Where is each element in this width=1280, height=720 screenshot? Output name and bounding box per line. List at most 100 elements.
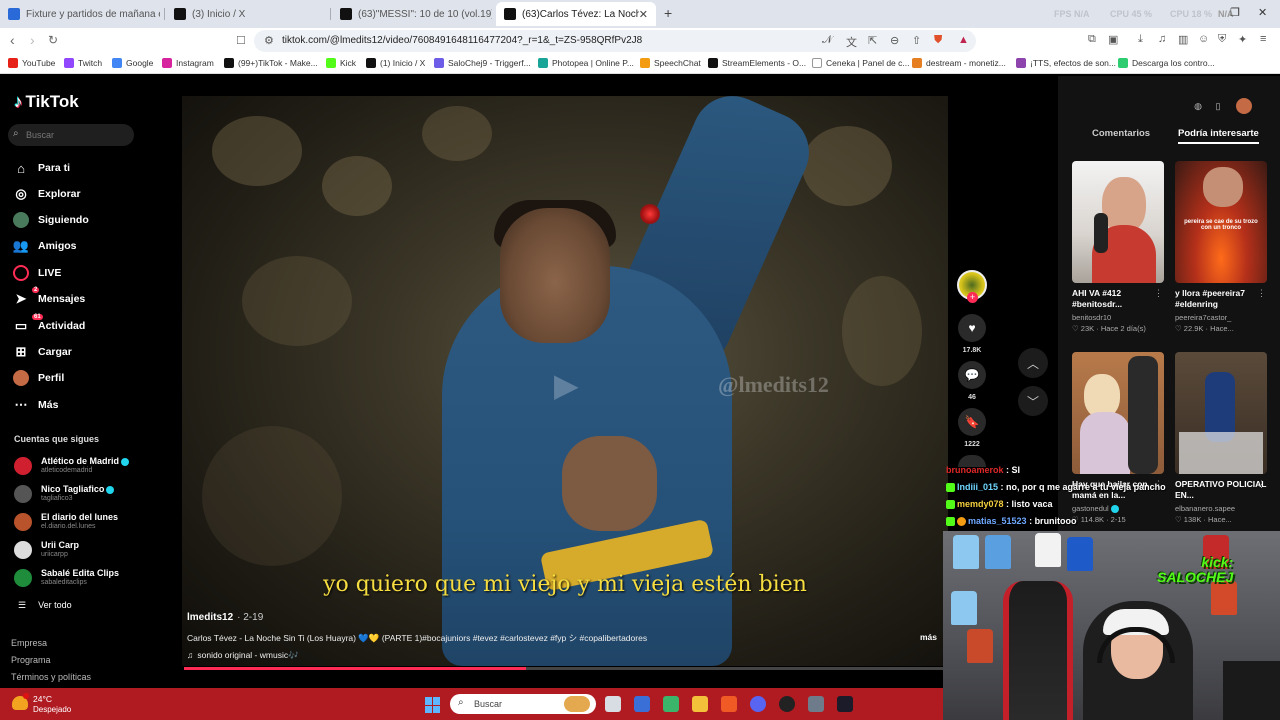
nav-item-live[interactable]: LIVE xyxy=(12,264,61,282)
bookmark-item[interactable]: YouTube xyxy=(8,58,55,68)
share-icon[interactable]: ⇧ xyxy=(912,34,921,47)
recommended-video-card[interactable]: AHI VA #412 #benitosdr... benitosdr10 ♡ … xyxy=(1072,161,1164,333)
new-tab-button[interactable]: + xyxy=(664,5,672,21)
device-icon[interactable]: ▯ xyxy=(1210,98,1226,114)
bookmark-item[interactable]: Ceneka | Panel de c... xyxy=(812,58,909,68)
task-view-icon[interactable] xyxy=(605,696,621,712)
play-icon[interactable]: ▶ xyxy=(554,366,579,404)
bookmark-item[interactable]: destream - monetiz... xyxy=(912,58,1006,68)
next-video-icon[interactable]: ﹀ xyxy=(1018,386,1048,416)
nav-item-mensajes[interactable]: ➤ 2 Mensajes xyxy=(12,287,85,308)
profile-icon[interactable]: ☺ xyxy=(1198,33,1209,45)
brave-rewards-icon[interactable]: ▲ xyxy=(958,34,969,46)
footer-link[interactable]: Empresa xyxy=(11,638,47,648)
menu-icon[interactable]: ≡ xyxy=(1260,33,1266,45)
footer-link[interactable]: Términos y políticas xyxy=(11,672,91,682)
restore-window-icon[interactable]: ❐ xyxy=(1230,6,1240,19)
downloads-icon[interactable]: ⤓ xyxy=(1138,33,1143,46)
bookmark-item[interactable]: SpeechChat xyxy=(640,58,701,68)
settings-icon[interactable]: ◍ xyxy=(1190,98,1206,114)
bookmark-item[interactable]: StreamElements - O... xyxy=(708,58,806,68)
browser-tab[interactable]: (63)"MESSI": 10 de 10 (vol.19) #messi xyxy=(332,2,492,26)
activity-badge: 61 xyxy=(32,314,43,320)
vpn-icon[interactable]: ⛨ xyxy=(1218,33,1226,46)
bookmark-item[interactable]: ¡TTS, efectos de son... xyxy=(1016,58,1116,68)
wallet-icon[interactable]: ▣ xyxy=(1108,33,1118,46)
reload-icon[interactable]: ↻ xyxy=(48,33,58,47)
user-avatar[interactable] xyxy=(1236,98,1252,114)
zoom-icon[interactable]: ⊖ xyxy=(890,34,899,47)
discord-icon[interactable] xyxy=(750,696,766,712)
settings-icon[interactable] xyxy=(808,696,824,712)
bookmark-item[interactable]: SaloChej9 - Triggerf... xyxy=(434,58,531,68)
video-progress-bar[interactable] xyxy=(184,667,944,670)
nav-item-amigos[interactable]: 👥 Amigos xyxy=(12,237,77,255)
recommended-video-card[interactable]: OPERATIVO POLICIAL EN... elbananero.sape… xyxy=(1175,352,1267,524)
store-icon[interactable] xyxy=(634,696,650,712)
phone-link-icon[interactable] xyxy=(663,696,679,712)
site-info-icon[interactable]: ⚙ xyxy=(264,34,274,47)
kick-icon xyxy=(946,483,955,493)
nav-item-explorar[interactable]: ◎ Explorar xyxy=(12,185,80,203)
browser-tab[interactable]: Fixture y partidos de mañana en el F xyxy=(0,2,160,26)
bookmark-item[interactable]: Google xyxy=(112,58,153,68)
reader-icon[interactable]: 𝒩 xyxy=(822,34,833,47)
address-bar[interactable]: ⚙ tiktok.com/@lmedits12/video/7608491648… xyxy=(254,30,976,52)
close-tab-icon[interactable]: ✕ xyxy=(639,8,648,21)
forward-icon[interactable]: › xyxy=(30,32,35,48)
recommended-video-card[interactable]: pereira se cae de su trozo con un tronco… xyxy=(1175,161,1267,333)
like-icon[interactable]: ♥ xyxy=(958,314,986,342)
app-icon[interactable] xyxy=(837,696,853,712)
nav-item-perfil[interactable]: Perfil xyxy=(12,369,64,387)
previous-video-icon[interactable]: ︿ xyxy=(1018,348,1048,378)
search-input[interactable]: ⌕ Buscar xyxy=(8,124,134,146)
recommended-video-card[interactable]: Hay que bailar con mamá en la... gastone… xyxy=(1072,352,1164,524)
comment-icon[interactable]: 💬 xyxy=(958,361,986,389)
browser-tab-active[interactable]: (63)Carlos Tévez: La Noche Si ✕ xyxy=(496,2,656,26)
nav-item-cargar[interactable]: ⊞ Cargar xyxy=(12,343,72,361)
url-text[interactable]: tiktok.com/@lmedits12/video/760849164811… xyxy=(282,35,642,46)
follow-plus-icon[interactable]: + xyxy=(967,292,978,303)
open-in-app-icon[interactable]: ⇱ xyxy=(868,34,877,47)
nav-item-actividad[interactable]: ▭ 61 Actividad xyxy=(12,314,85,335)
tiktok-logo[interactable]: ♪ TikTok xyxy=(14,92,79,112)
extensions-icon[interactable]: ⧉ xyxy=(1088,33,1096,46)
back-icon[interactable]: ‹ xyxy=(10,32,15,48)
video-sound[interactable]: ♫ sonido original - wmusic🎶 xyxy=(187,650,299,661)
bookmark-page-icon[interactable]: ☐ xyxy=(236,34,246,47)
video-caption: Carlos Tévez - La Noche Sin Ti (Los Huay… xyxy=(187,633,648,643)
leo-icon[interactable]: ✦ xyxy=(1238,33,1247,46)
nav-item-mas[interactable]: ⋯ Más xyxy=(12,396,59,414)
file-explorer-icon[interactable] xyxy=(692,696,708,712)
tab-podria-interesarte[interactable]: Podría interesarte xyxy=(1178,128,1259,144)
weather-description[interactable]: Despejado xyxy=(33,705,71,714)
media-icon[interactable]: ♫ xyxy=(1158,33,1166,45)
close-window-icon[interactable]: ✕ xyxy=(1258,6,1267,19)
brave-shield-icon[interactable]: ⛊ xyxy=(934,34,942,47)
obs-icon[interactable] xyxy=(779,696,795,712)
temperature[interactable]: 24°C xyxy=(33,694,52,704)
footer-link[interactable]: Programa xyxy=(11,655,51,665)
video-watermark: @lmedits12 xyxy=(718,372,829,397)
nav-item-para-ti[interactable]: ⌂ Para ti xyxy=(12,159,70,177)
bookmark-item[interactable]: Twitch xyxy=(64,58,102,68)
caption-more-button[interactable]: más xyxy=(920,632,937,642)
bookmark-item[interactable]: Kick xyxy=(326,58,356,68)
bookmark-item[interactable]: Photopea | Online P... xyxy=(538,58,634,68)
bookmark-item[interactable]: Instagram xyxy=(162,58,214,68)
see-all-button[interactable]: ☰ Ver todo xyxy=(18,600,72,611)
taskbar-search-input[interactable]: ⌕ Buscar xyxy=(450,694,596,714)
video-player[interactable]: ▶ @lmedits12 yo quiero que mi viejo y mi… xyxy=(182,96,948,666)
browser-tab[interactable]: (3) Inicio / X xyxy=(166,2,328,26)
translate-icon[interactable]: 文 xyxy=(846,34,857,50)
start-menu-icon[interactable] xyxy=(425,697,441,713)
brave-browser-icon[interactable] xyxy=(721,696,737,712)
bookmark-item[interactable]: (1) Inicio / X xyxy=(366,58,425,68)
video-author[interactable]: lmedits12 · 2-19 xyxy=(187,612,263,623)
bookmark-item[interactable]: (99+)TikTok - Make... xyxy=(224,58,318,68)
nav-item-siguiendo[interactable]: Siguiendo xyxy=(12,211,89,229)
bookmark-item[interactable]: Descarga los contro... xyxy=(1118,58,1215,68)
sidebar-toggle-icon[interactable]: ▥ xyxy=(1178,33,1188,46)
tab-comentarios[interactable]: Comentarios xyxy=(1092,128,1150,139)
bookmark-icon[interactable]: 🔖 xyxy=(958,408,986,436)
